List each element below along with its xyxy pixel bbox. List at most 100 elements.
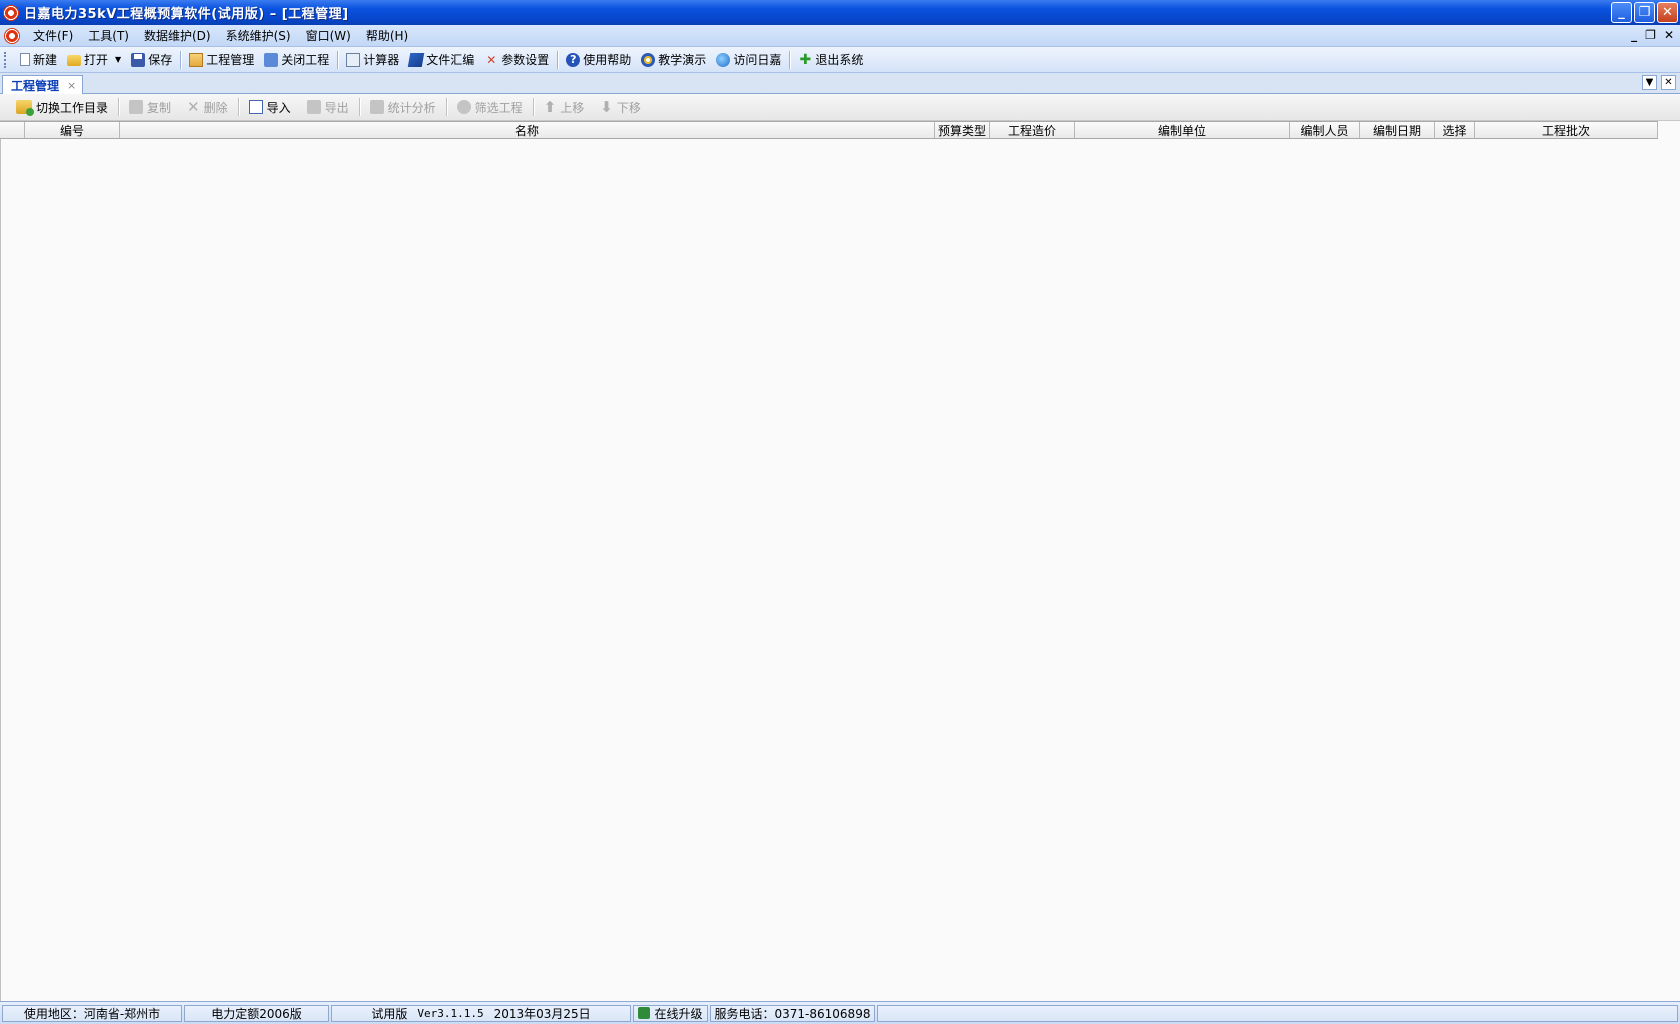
help-label: 使用帮助 — [583, 53, 632, 67]
calculator-icon — [346, 52, 361, 67]
window-controls: _ ❐ ✕ — [1611, 2, 1678, 23]
toolbar-separator — [337, 50, 339, 69]
save-label: 保存 — [148, 53, 173, 67]
visit-label: 访问日嘉 — [733, 53, 782, 67]
column-header-batch[interactable]: 工程批次 — [1475, 122, 1658, 138]
open-button[interactable]: 打开 ▼ — [62, 49, 126, 71]
toolbar-separator — [557, 50, 559, 69]
column-header-number[interactable]: 编号 — [25, 122, 120, 138]
status-phone: 服务电话：0371-86106898 — [710, 1004, 875, 1022]
exit-button[interactable]: ✚ 退出系统 — [793, 49, 868, 71]
toolbar-separator — [118, 98, 120, 116]
column-header-date[interactable]: 编制日期 — [1360, 122, 1435, 138]
toolbar-separator — [180, 50, 182, 69]
move-up-label: 上移 — [560, 100, 585, 115]
export-button[interactable]: 导出 — [299, 96, 357, 118]
status-edition: 试用版 — [371, 1006, 408, 1021]
status-date: 2013年03月25日 — [493, 1006, 591, 1021]
upgrade-label: 在线升级 — [654, 1006, 703, 1021]
menu-window[interactable]: 窗口(W) — [301, 26, 361, 46]
menu-data-maintenance[interactable]: 数据维护(D) — [139, 26, 221, 46]
toolbar-grip[interactable] — [4, 51, 9, 68]
title-bar: 日嘉电力35kV工程概预算软件(试用版) – [工程管理] _ ❐ ✕ — [0, 0, 1680, 25]
help-icon: ? — [566, 52, 581, 67]
toolbar-separator — [789, 50, 791, 69]
calculator-button[interactable]: 计算器 — [341, 49, 404, 71]
help-button[interactable]: ? 使用帮助 — [561, 49, 636, 71]
tab-strip-controls: ▼ ✕ — [1642, 75, 1676, 90]
demo-label: 教学演示 — [658, 53, 707, 67]
mdi-minimize-button[interactable]: _ — [1631, 28, 1637, 42]
filter-icon — [456, 100, 471, 114]
minimize-button[interactable]: _ — [1611, 2, 1632, 23]
new-label: 新建 — [33, 53, 58, 67]
arrow-up-icon: ⬆ — [543, 98, 557, 116]
project-manage-label: 工程管理 — [206, 53, 255, 67]
import-button[interactable]: 导入 — [241, 96, 299, 118]
column-header-select[interactable]: 选择 — [1435, 122, 1475, 138]
delete-icon: ✕ — [187, 98, 200, 116]
tab-close-icon[interactable]: × — [67, 79, 76, 92]
param-settings-button[interactable]: ✕ 参数设置 — [479, 49, 554, 71]
tab-list-dropdown-icon[interactable]: ▼ — [1642, 75, 1657, 90]
new-button[interactable]: 新建 — [15, 49, 62, 71]
tab-close-all-icon[interactable]: ✕ — [1661, 75, 1676, 90]
project-grid-body[interactable] — [0, 139, 1680, 1001]
app-logo-icon[interactable] — [3, 4, 19, 21]
param-settings-label: 参数设置 — [501, 53, 550, 67]
close-button[interactable]: ✕ — [1657, 2, 1678, 23]
demo-button[interactable]: 教学演示 — [636, 49, 711, 71]
upgrade-icon — [638, 1007, 651, 1019]
delete-button[interactable]: ✕ 删除 — [179, 96, 236, 118]
exit-label: 退出系统 — [815, 53, 864, 67]
close-project-button[interactable]: 关闭工程 — [259, 49, 334, 71]
status-empty-panel — [877, 1004, 1678, 1022]
status-version-panel: 试用版 Ver3.1.1.5 2013年03月25日 — [331, 1004, 631, 1022]
column-header-author[interactable]: 编制人员 — [1290, 122, 1360, 138]
filter-button[interactable]: 筛选工程 — [449, 96, 531, 118]
column-header-indicator[interactable] — [0, 122, 25, 138]
mdi-controls: _ ❐ ✕ — [1631, 28, 1674, 42]
stats-button[interactable]: 统计分析 — [362, 96, 444, 118]
book-icon — [408, 52, 425, 67]
move-down-button[interactable]: ⬇ 下移 — [592, 96, 649, 118]
column-header-budget-type[interactable]: 预算类型 — [935, 122, 990, 138]
restore-button[interactable]: ❐ — [1634, 2, 1655, 23]
open-dropdown-icon[interactable]: ▼ — [115, 55, 121, 64]
move-down-label: 下移 — [616, 100, 641, 115]
delete-label: 删除 — [203, 100, 228, 115]
toolbar-separator — [532, 98, 534, 116]
document-logo-icon[interactable] — [4, 27, 20, 44]
menu-help[interactable]: 帮助(H) — [361, 26, 418, 46]
toolbar-separator — [445, 98, 447, 116]
menu-system-maintenance[interactable]: 系统维护(S) — [221, 26, 301, 46]
menu-tools[interactable]: 工具(T) — [83, 26, 139, 46]
status-quota: 电力定额2006版 — [184, 1004, 329, 1022]
visit-button[interactable]: 访问日嘉 — [711, 49, 786, 71]
tools-icon: ✕ — [486, 52, 497, 67]
window-title: 日嘉电力35kV工程概预算软件(试用版) – [工程管理] — [24, 7, 349, 22]
project-manage-button[interactable]: 工程管理 — [184, 49, 259, 71]
calculator-label: 计算器 — [363, 53, 400, 67]
switch-directory-button[interactable]: 切换工作目录 — [8, 96, 116, 118]
file-compile-label: 文件汇编 — [426, 53, 475, 67]
import-label: 导入 — [266, 100, 291, 115]
tab-project-manage[interactable]: 工程管理 × — [2, 75, 84, 94]
main-toolbar: 新建 打开 ▼ 保存 工程管理 关闭工程 计算器 文件汇编 ✕ 参数设置 ? 使… — [0, 47, 1680, 73]
move-up-button[interactable]: ⬆ 上移 — [536, 96, 593, 118]
column-header-name[interactable]: 名称 — [120, 122, 935, 138]
column-header-cost[interactable]: 工程造价 — [990, 122, 1075, 138]
arrow-down-icon: ⬇ — [600, 98, 613, 116]
file-compile-button[interactable]: 文件汇编 — [404, 49, 479, 71]
save-button[interactable]: 保存 — [126, 49, 177, 71]
mdi-restore-button[interactable]: ❐ — [1645, 28, 1656, 42]
project-manage-icon — [189, 52, 204, 67]
online-upgrade-button[interactable]: 在线升级 — [633, 1004, 708, 1022]
copy-button[interactable]: 复制 — [121, 96, 179, 118]
export-icon — [306, 100, 321, 114]
menu-file[interactable]: 文件(F) — [28, 26, 83, 46]
column-header-unit[interactable]: 编制单位 — [1075, 122, 1290, 138]
mdi-close-button[interactable]: ✕ — [1664, 28, 1674, 42]
exit-icon: ✚ — [799, 51, 812, 68]
switch-directory-label: 切换工作目录 — [36, 100, 109, 115]
